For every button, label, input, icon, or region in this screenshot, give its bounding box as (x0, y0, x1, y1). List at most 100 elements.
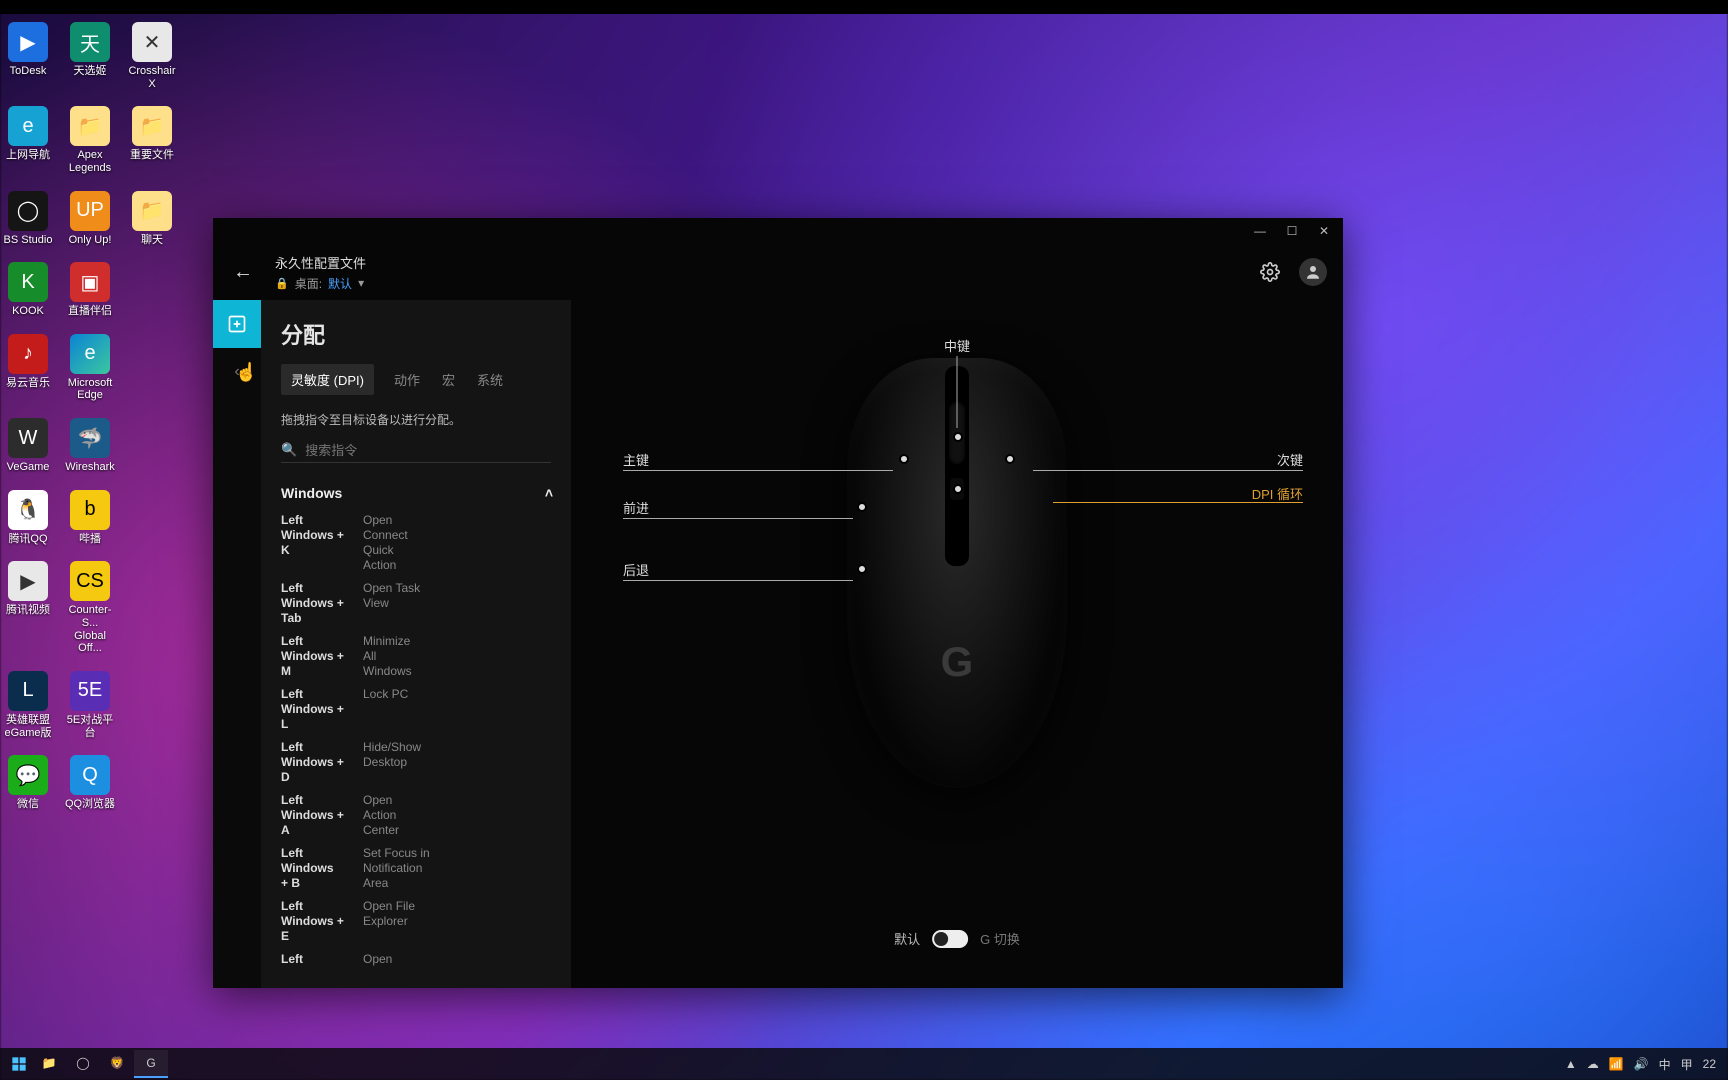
label-dpi: DPI 循环 (1252, 484, 1303, 503)
desktop-icon-tencentvideo[interactable]: ▶腾讯视频 (0, 561, 56, 655)
dot-primary[interactable] (899, 454, 909, 464)
gshift-switch[interactable] (932, 930, 968, 948)
dot-middle[interactable] (953, 432, 963, 442)
tray-time[interactable]: 22 (1703, 1057, 1716, 1071)
tray-ime-mode[interactable]: 甲 (1681, 1056, 1693, 1073)
desktop-icon-netease[interactable]: ♪易云音乐 (0, 334, 56, 402)
desktop-icon-netnav[interactable]: e上网导航 (0, 106, 56, 174)
command-row[interactable]: Left Windows + KOpen Connect Quick Actio… (281, 509, 563, 577)
desktop-icon-csgo[interactable]: CSCounter-S... Global Off... (62, 561, 118, 655)
command-keys: Left Windows + B (281, 846, 353, 891)
desktop-icon-apex[interactable]: 📁Apex Legends (62, 106, 118, 174)
command-row[interactable]: Left Windows + AOpen Action Center (281, 789, 563, 842)
hand-cursor-icon: ☝ (235, 362, 257, 383)
command-keys: Left (281, 952, 353, 967)
desktop-icon-bibo[interactable]: b哔播 (62, 490, 118, 546)
commands-list[interactable]: Windows ˄ Left Windows + KOpen Connect Q… (261, 469, 571, 988)
command-row[interactable]: Left Windows + EOpen File Explorer (281, 895, 563, 948)
system-tray: ▲ ☁ 📶 🔊 中 甲 22 (1565, 1056, 1722, 1073)
desktop-icon-livemate[interactable]: ▣直播伴侣 (62, 262, 118, 318)
tray-network-icon[interactable]: 📶 (1609, 1057, 1624, 1071)
search-icon: 🔍 (281, 442, 297, 458)
toggle-gshift-label: G 切换 (980, 929, 1020, 948)
command-keys: Left Windows + E (281, 899, 353, 944)
command-keys: Left Windows + A (281, 793, 353, 838)
desktop-icon-lol[interactable]: L英雄联盟 еGame版 (0, 671, 56, 739)
tray-ime-zh[interactable]: 中 (1659, 1056, 1671, 1073)
rail-assign-button[interactable] (213, 300, 261, 348)
tab-macros[interactable]: 宏 (440, 364, 457, 395)
tab-system[interactable]: 系统 (475, 364, 505, 395)
section-windows[interactable]: Windows ˄ (281, 477, 563, 509)
desktop-icon-crosshairx[interactable]: ✕Crosshair X (124, 22, 180, 90)
taskbar-app1[interactable]: ◯ (66, 1050, 100, 1078)
windows-taskbar: 📁 ◯ 🦁 G ▲ ☁ 📶 🔊 中 甲 22 (0, 1048, 1728, 1080)
command-row[interactable]: Left Windows + LLock PC (281, 683, 563, 736)
label-primary: 主键 (623, 450, 649, 469)
desktop-icon-onlyup[interactable]: UPOnly Up! (62, 191, 118, 247)
desktop-icon-wechat[interactable]: 💬微信 (0, 755, 56, 811)
search-input[interactable] (305, 443, 551, 458)
rail-sensitivity-button[interactable]: ‹ ☝ (213, 348, 261, 396)
command-row[interactable]: Left Windows + TabOpen Task View (281, 577, 563, 630)
search-field[interactable]: 🔍 (281, 438, 551, 463)
window-maximize-button[interactable]: ☐ (1277, 220, 1307, 242)
drag-hint: 拖拽指令至目标设备以进行分配。 (261, 405, 571, 438)
gear-icon (1260, 262, 1280, 282)
desktop-icon-qq[interactable]: 🐧腾讯QQ (0, 490, 56, 546)
label-back: 后退 (623, 560, 649, 579)
start-button[interactable] (6, 1051, 32, 1077)
command-desc: Lock PC (363, 687, 408, 732)
ghub-window: ― ☐ ✕ ← 永久性配置文件 🔒 桌面: 默认 ▾ (213, 218, 1343, 988)
label-secondary: 次键 (1277, 450, 1303, 469)
user-icon (1304, 263, 1322, 281)
taskbar-ghub[interactable]: G (134, 1050, 168, 1078)
command-desc: Open File Explorer (363, 899, 415, 944)
tab-dpi[interactable]: 灵敏度 (DPI) (281, 364, 374, 395)
desktop-icons-area: ▶ToDesk 天天选姬 ✕Crosshair X e上网导航 📁Apex Le… (0, 22, 180, 811)
command-desc: Open Task View (363, 581, 420, 626)
dot-forward[interactable] (857, 502, 867, 512)
lock-icon: 🔒 (275, 277, 289, 290)
tray-volume-icon[interactable]: 🔊 (1634, 1057, 1649, 1071)
dot-dpi[interactable] (953, 484, 963, 494)
back-button[interactable]: ← (229, 258, 257, 286)
settings-button[interactable] (1257, 259, 1283, 285)
desktop-icon-todesk[interactable]: ▶ToDesk (0, 22, 56, 90)
desktop-icon-wegame[interactable]: WVeGame (0, 418, 56, 474)
account-button[interactable] (1299, 258, 1327, 286)
desktop-icon-chat[interactable]: 📁聊天 (124, 191, 180, 247)
desktop-icon-wireshark[interactable]: 🦈Wireshark (62, 418, 118, 474)
dot-back[interactable] (857, 564, 867, 574)
command-row[interactable]: Left Windows + BSet Focus in Notificatio… (281, 842, 563, 895)
desktop-icon-qqbrowser[interactable]: QQQ浏览器 (62, 755, 118, 811)
command-keys: Left Windows + Tab (281, 581, 353, 626)
window-titlebar: ― ☐ ✕ (213, 218, 1343, 244)
dot-secondary[interactable] (1005, 454, 1015, 464)
label-middle: 中键 (944, 336, 970, 355)
taskbar-explorer[interactable]: 📁 (32, 1050, 66, 1078)
command-row[interactable]: Left Windows + MMinimize All Windows (281, 630, 563, 683)
device-canvas: G 中键 主键 次键 DPI 循环 前进 后退 (571, 300, 1343, 988)
desktop-icon-tianxuanji[interactable]: 天天选姬 (62, 22, 118, 90)
window-close-button[interactable]: ✕ (1309, 220, 1339, 242)
command-keys: Left Windows + K (281, 513, 353, 573)
taskbar-app2[interactable]: 🦁 (100, 1050, 134, 1078)
window-minimize-button[interactable]: ― (1245, 220, 1275, 242)
line-primary (623, 470, 893, 471)
command-desc: Minimize All Windows (363, 634, 412, 679)
command-row[interactable]: LeftOpen (281, 948, 563, 971)
desktop-icon-obs[interactable]: ◯BS Studio (0, 191, 56, 247)
desktop-icon-edge[interactable]: eMicrosoft Edge (62, 334, 118, 402)
arrow-left-icon: ← (233, 261, 253, 284)
chevron-down-icon: ▾ (358, 276, 364, 290)
profile-selector[interactable]: 🔒 桌面: 默认 ▾ (275, 275, 366, 292)
tray-weather-icon[interactable]: ☁ (1587, 1057, 1599, 1071)
app-header: ← 永久性配置文件 🔒 桌面: 默认 ▾ (213, 244, 1343, 300)
desktop-icon-5e[interactable]: 5E5E对战平台 (62, 671, 118, 739)
desktop-icon-important[interactable]: 📁重要文件 (124, 106, 180, 174)
command-row[interactable]: Left Windows + DHide/Show Desktop (281, 736, 563, 789)
tray-overflow[interactable]: ▲ (1565, 1057, 1577, 1071)
desktop-icon-kook[interactable]: KKOOK (0, 262, 56, 318)
tab-actions[interactable]: 动作 (392, 364, 422, 395)
